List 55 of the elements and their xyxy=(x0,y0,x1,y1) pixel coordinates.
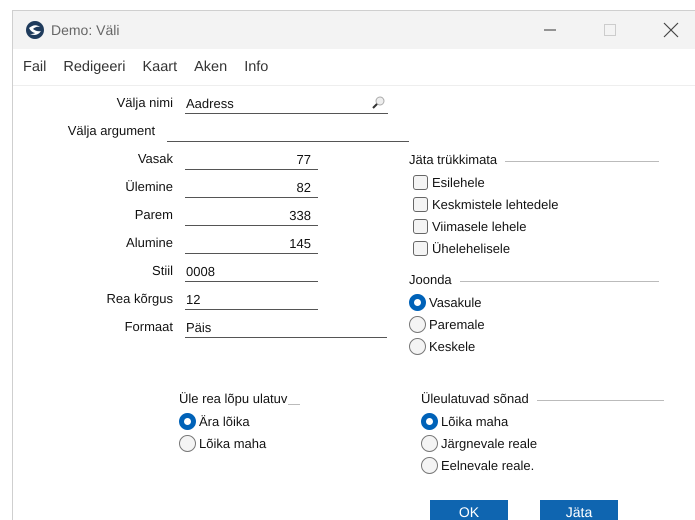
field-label: Ülemine xyxy=(124,178,173,194)
ok-button[interactable]: OK xyxy=(430,500,508,520)
checkbox[interactable] xyxy=(413,174,428,190)
field-label: Välja nimi xyxy=(116,94,173,110)
input-field[interactable]: 145 xyxy=(185,234,318,254)
field-label: Parem xyxy=(134,206,173,222)
search-icon[interactable] xyxy=(371,96,385,110)
input-field[interactable]: Aadress xyxy=(185,94,388,114)
group-heading: Joonda xyxy=(409,272,452,286)
radio-label[interactable]: Vasakule xyxy=(429,294,482,310)
checkbox-label[interactable]: Viimasele lehele xyxy=(432,218,526,234)
group-heading: Jäta trükkimata xyxy=(409,152,498,166)
field-label: Rea kõrgus xyxy=(106,290,173,306)
input-field[interactable]: 0008 xyxy=(185,262,318,282)
checkbox[interactable] xyxy=(413,218,428,234)
group-heading: Üleulatuvad sõnad xyxy=(421,390,529,406)
field-label: Välja argument xyxy=(66,122,156,138)
input-field[interactable]: 12 xyxy=(185,290,318,310)
checkbox[interactable] xyxy=(413,240,428,256)
close-icon[interactable] xyxy=(663,22,679,38)
radio-label[interactable]: Lõika maha xyxy=(441,414,508,428)
radio-label[interactable]: Keskele xyxy=(429,338,476,354)
menu-item[interactable]: Aken xyxy=(194,59,228,75)
input-field[interactable]: 338 xyxy=(185,206,318,226)
field-label: Alumine xyxy=(125,234,173,250)
radio-label[interactable]: Eelnevale reale. xyxy=(441,458,534,472)
radio-label[interactable]: Paremale xyxy=(429,316,485,332)
radio-button[interactable] xyxy=(409,338,426,354)
field-label: Vasak xyxy=(136,150,173,166)
radio-button[interactable] xyxy=(179,434,196,452)
menu-item[interactable]: Fail xyxy=(23,59,46,75)
radio-button[interactable] xyxy=(409,294,426,310)
group-heading: Üle rea lõpu ulatuv xyxy=(179,390,288,406)
window-title: Demo: Väli xyxy=(51,22,120,38)
radio-button[interactable] xyxy=(421,434,438,452)
checkbox-label[interactable]: Ühelehelisele xyxy=(432,240,510,256)
checkbox[interactable] xyxy=(413,196,428,212)
radio-button[interactable] xyxy=(409,316,426,332)
field-label: Stiil xyxy=(151,262,173,278)
menu-item[interactable]: Redigeeri xyxy=(63,59,126,75)
menu-item[interactable]: Kaart xyxy=(142,59,178,75)
checkbox-label[interactable]: Keskmistele lehtedele xyxy=(432,196,558,212)
menu-item[interactable]: Info xyxy=(244,59,268,75)
field-label: Formaat xyxy=(124,318,173,334)
checkbox-label[interactable]: Esilehele xyxy=(432,174,485,190)
cancel-button[interactable]: Jäta xyxy=(540,500,618,520)
radio-button[interactable] xyxy=(421,456,438,474)
radio-label[interactable]: Lõika maha xyxy=(199,436,266,450)
input-field[interactable]: 77 xyxy=(185,150,318,170)
radio-label[interactable]: Järgnevale reale xyxy=(441,436,538,450)
input-field[interactable]: Päis xyxy=(185,318,387,338)
input-field[interactable]: 82 xyxy=(185,178,318,198)
radio-button[interactable] xyxy=(179,412,196,430)
radio-button[interactable] xyxy=(421,412,438,430)
radio-label[interactable]: Ära lõika xyxy=(199,414,250,428)
